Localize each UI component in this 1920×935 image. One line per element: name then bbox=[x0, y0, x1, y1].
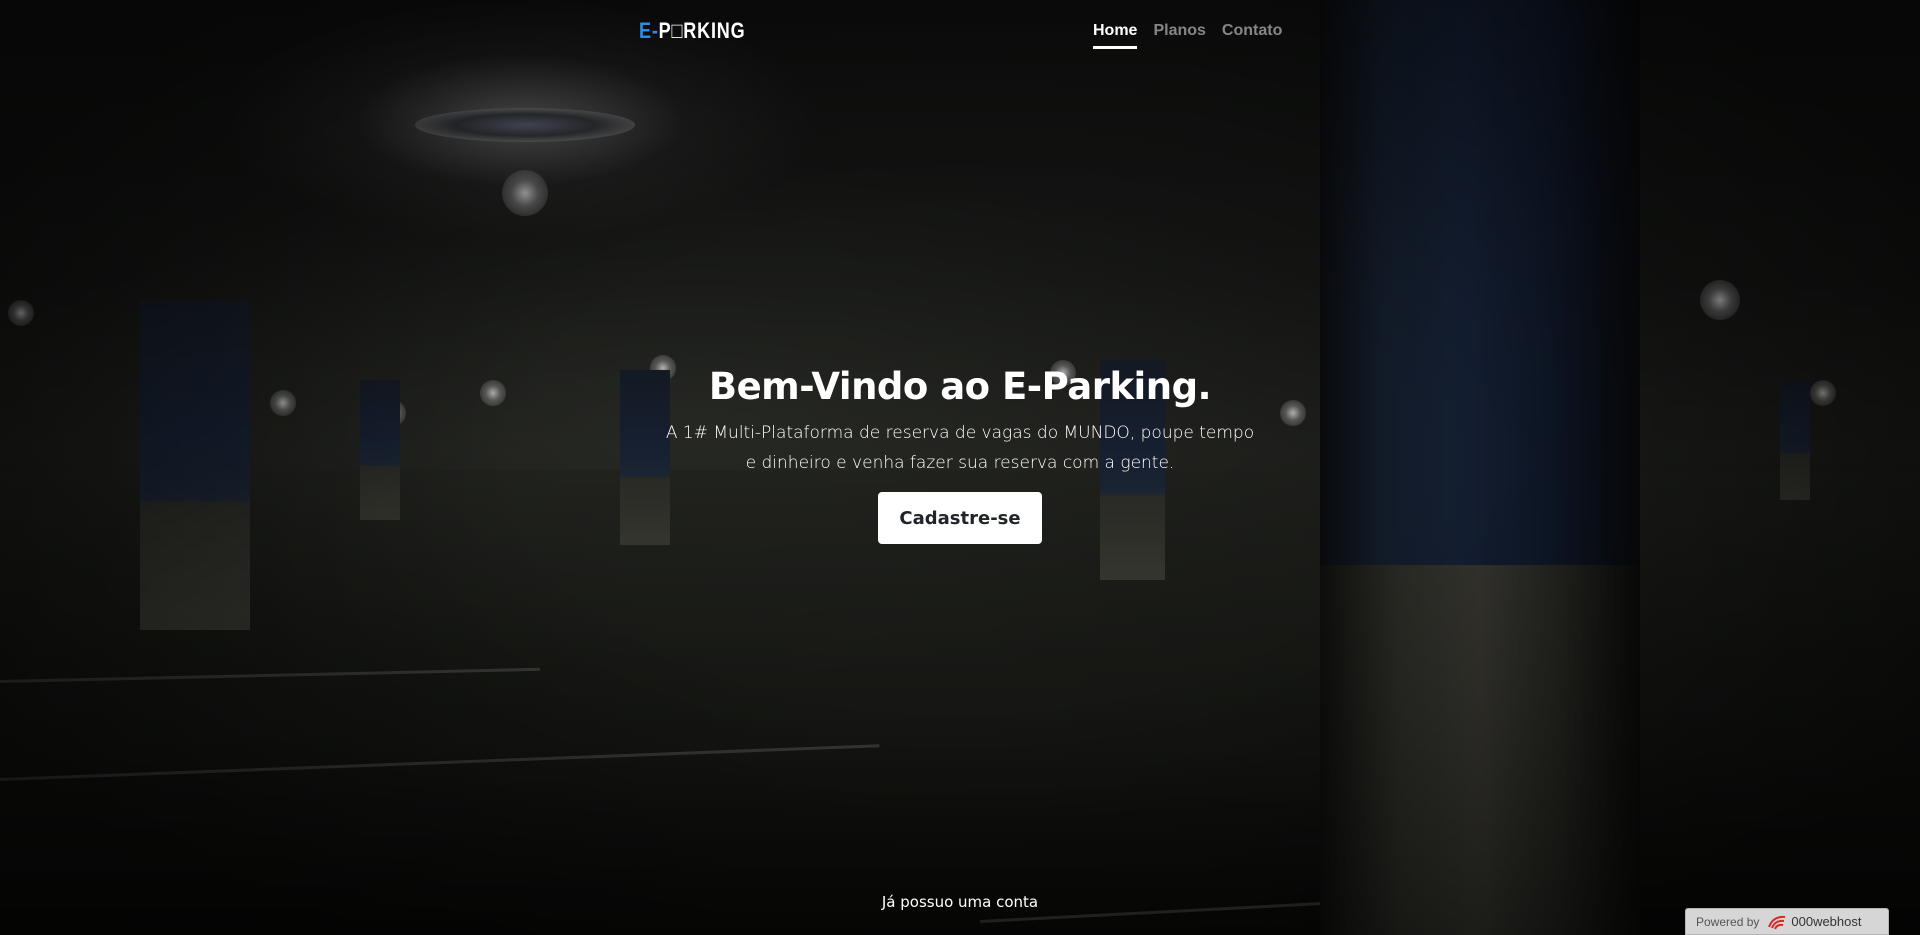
powered-by-label: Powered by bbox=[1696, 914, 1760, 929]
powered-by-badge[interactable]: Powered by 000webhost bbox=[1685, 908, 1889, 935]
floor-marking bbox=[0, 744, 880, 781]
signup-button[interactable]: Cadastre-se bbox=[878, 492, 1042, 544]
main-nav: Home Planos Contato bbox=[1093, 22, 1282, 49]
ceiling-light bbox=[8, 300, 34, 326]
pillar-base bbox=[1320, 565, 1640, 935]
brand-logo[interactable]: E-P□RKING bbox=[639, 18, 745, 44]
floor-marking bbox=[0, 667, 540, 683]
powered-by-brand: 000webhost bbox=[1791, 914, 1862, 929]
logo-text: P□RKING bbox=[658, 18, 746, 43]
nav-item-home[interactable]: Home bbox=[1093, 22, 1138, 49]
login-link-container: Já possuo uma conta bbox=[0, 893, 1920, 911]
hero-section: Bem-Vindo ao E-Parking. A 1# Multi-Plata… bbox=[0, 365, 1920, 544]
nav-item-planos[interactable]: Planos bbox=[1153, 22, 1205, 49]
ceiling-light bbox=[502, 170, 548, 216]
ceiling-light bbox=[1700, 280, 1740, 320]
nav-item-contato[interactable]: Contato bbox=[1222, 22, 1282, 49]
hero-title: Bem-Vindo ao E-Parking. bbox=[708, 365, 1212, 408]
hero-lead: A 1# Multi-Plataforma de reserva de vaga… bbox=[665, 423, 1255, 473]
login-link[interactable]: Já possuo uma conta bbox=[882, 893, 1038, 911]
hero-background: E-P□RKING Home Planos Contato Bem-Vindo … bbox=[0, 0, 1920, 935]
logo-prefix: E- bbox=[639, 18, 659, 43]
ceiling-lamp bbox=[415, 108, 635, 142]
site-header: E-P□RKING Home Planos Contato bbox=[0, 0, 1920, 60]
webhost-logo-icon bbox=[1768, 915, 1786, 929]
